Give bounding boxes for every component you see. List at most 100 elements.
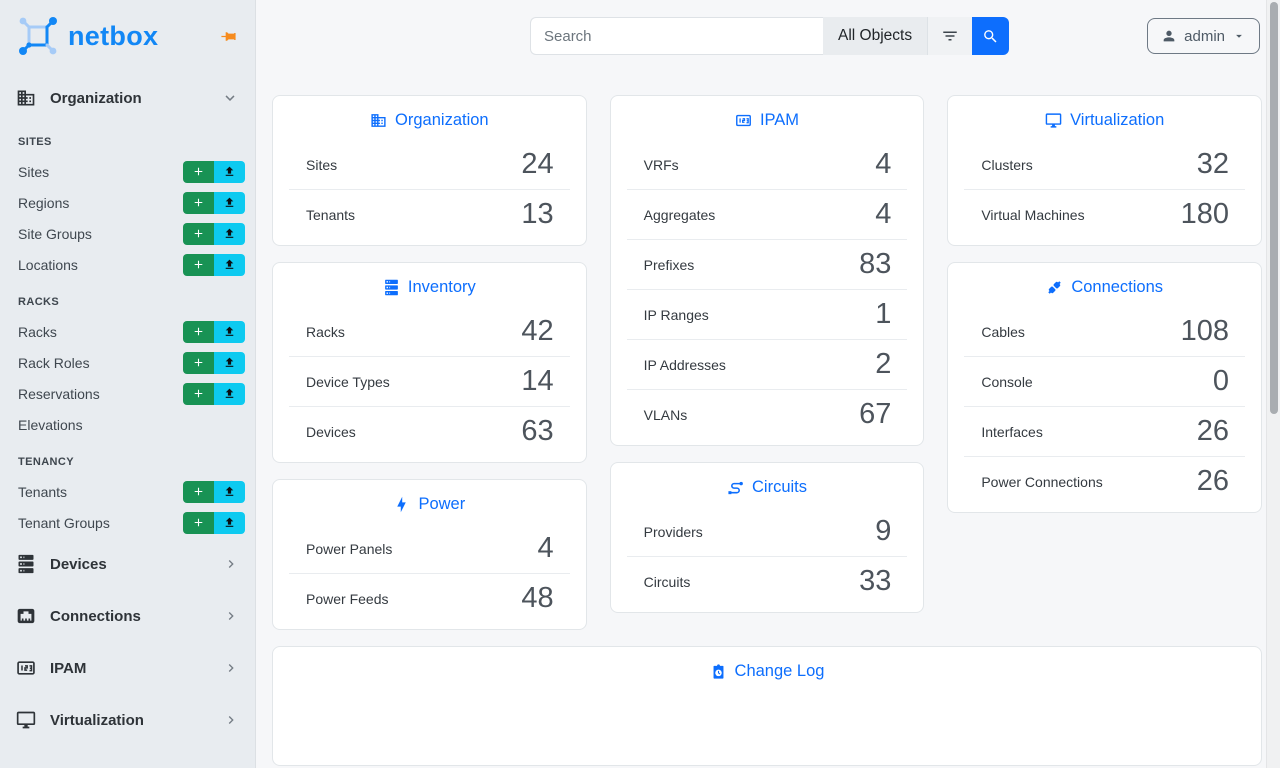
sidebar-item-sites: Sites <box>0 156 255 187</box>
sidebar-menu-connections[interactable]: Connections <box>0 590 255 642</box>
card-connections: Connections Cables 108 Console 0 Interfa… <box>947 262 1262 513</box>
add-button[interactable] <box>183 161 214 183</box>
main-content: All Objects admin Organization <box>256 0 1280 768</box>
card-title-circuits[interactable]: Circuits <box>611 463 924 507</box>
add-button[interactable] <box>183 321 214 343</box>
stat-row-sites[interactable]: Sites 24 <box>289 140 570 189</box>
upload-icon <box>223 485 236 498</box>
card-virtualization: Virtualization Clusters 32 Virtual Machi… <box>947 95 1262 246</box>
sidebar-menu-label: Organization <box>50 90 142 107</box>
upload-icon <box>223 227 236 240</box>
add-button[interactable] <box>183 223 214 245</box>
monitor-icon <box>16 710 36 730</box>
sidebar: netbox Organization SITES Sites Regions <box>0 0 256 768</box>
topbar: All Objects admin <box>272 0 1262 95</box>
import-button[interactable] <box>214 481 245 503</box>
search-icon <box>982 28 999 45</box>
stat-row-clusters[interactable]: Clusters 32 <box>964 140 1245 189</box>
stat-row-prefixes[interactable]: Prefixes 83 <box>627 239 908 289</box>
card-ipam: IPAM VRFs 4 Aggregates 4 Prefixes 83 IP … <box>610 95 925 446</box>
import-button[interactable] <box>214 321 245 343</box>
add-button[interactable] <box>183 481 214 503</box>
sidebar-menu-label: IPAM <box>50 660 86 677</box>
upload-icon <box>223 165 236 178</box>
sidebar-item-regions: Regions <box>0 187 255 218</box>
stat-row-interfaces[interactable]: Interfaces 26 <box>964 406 1245 456</box>
card-title-inventory[interactable]: Inventory <box>273 263 586 307</box>
card-title-connections[interactable]: Connections <box>948 263 1261 307</box>
netbox-logo-icon[interactable] <box>16 14 60 58</box>
page-scrollbar-track[interactable] <box>1266 0 1280 768</box>
card-inventory: Inventory Racks 42 Device Types 14 Devic… <box>272 262 587 463</box>
sidebar-menu-virtualization[interactable]: Virtualization <box>0 694 255 746</box>
stat-row-tenants[interactable]: Tenants 13 <box>289 189 570 239</box>
plus-icon <box>192 325 205 338</box>
search-scope-dropdown[interactable]: All Objects <box>823 17 927 55</box>
import-button[interactable] <box>214 192 245 214</box>
import-button[interactable] <box>214 383 245 405</box>
sidebar-menu-organization[interactable]: Organization <box>0 76 255 120</box>
add-button[interactable] <box>183 352 214 374</box>
plus-icon <box>192 356 205 369</box>
plus-icon <box>192 196 205 209</box>
card-title-power[interactable]: Power <box>273 480 586 524</box>
server-icon <box>16 554 36 574</box>
add-button[interactable] <box>183 254 214 276</box>
circuit-icon <box>727 479 744 496</box>
building-icon <box>370 112 387 129</box>
sidebar-menu-label: Connections <box>50 608 141 625</box>
stat-row-cables[interactable]: Cables 108 <box>964 307 1245 356</box>
card-title-organization[interactable]: Organization <box>273 96 586 140</box>
add-button[interactable] <box>183 512 214 534</box>
upload-icon <box>223 387 236 400</box>
stat-row-vrfs[interactable]: VRFs 4 <box>627 140 908 189</box>
global-search: All Objects <box>530 17 1009 55</box>
search-scope-label: All Objects <box>838 27 912 45</box>
sidebar-item-site-groups: Site Groups <box>0 218 255 249</box>
group-header-racks: RACKS <box>0 280 255 316</box>
import-button[interactable] <box>214 352 245 374</box>
sidebar-menu-label: Virtualization <box>50 712 144 729</box>
card-change-log: Change Log <box>272 646 1262 766</box>
search-input[interactable] <box>530 17 823 55</box>
card-title-ipam[interactable]: IPAM <box>611 96 924 140</box>
pin-sidebar-icon[interactable] <box>220 28 237 45</box>
search-submit-button[interactable] <box>972 17 1009 55</box>
counter-icon <box>735 112 752 129</box>
card-title-change-log[interactable]: Change Log <box>273 647 1261 691</box>
user-menu-button[interactable]: admin <box>1147 18 1260 54</box>
stat-row-virtual-machines[interactable]: Virtual Machines 180 <box>964 189 1245 239</box>
stat-row-devices[interactable]: Devices 63 <box>289 406 570 456</box>
sidebar-menu-ipam[interactable]: IPAM <box>0 642 255 694</box>
stat-row-power-feeds[interactable]: Power Feeds 48 <box>289 573 570 623</box>
plus-icon <box>192 516 205 529</box>
chevron-down-icon <box>221 89 239 107</box>
page-scrollbar-thumb[interactable] <box>1270 2 1278 414</box>
sidebar-menu-devices[interactable]: Devices <box>0 538 255 590</box>
stat-row-device-types[interactable]: Device Types 14 <box>289 356 570 406</box>
stat-row-ip-ranges[interactable]: IP Ranges 1 <box>627 289 908 339</box>
brand-name[interactable]: netbox <box>68 21 158 52</box>
stat-row-circuits[interactable]: Circuits 33 <box>627 556 908 606</box>
stat-row-aggregates[interactable]: Aggregates 4 <box>627 189 908 239</box>
upload-icon <box>223 196 236 209</box>
import-button[interactable] <box>214 254 245 276</box>
add-button[interactable] <box>183 383 214 405</box>
stat-row-racks[interactable]: Racks 42 <box>289 307 570 356</box>
user-name: admin <box>1184 28 1225 45</box>
building-icon <box>16 88 36 108</box>
card-title-virtualization[interactable]: Virtualization <box>948 96 1261 140</box>
stat-row-power-connections[interactable]: Power Connections 26 <box>964 456 1245 506</box>
stat-row-console[interactable]: Console 0 <box>964 356 1245 406</box>
chevron-right-icon <box>223 660 239 676</box>
import-button[interactable] <box>214 161 245 183</box>
stat-row-ip-addresses[interactable]: IP Addresses 2 <box>627 339 908 389</box>
add-button[interactable] <box>183 192 214 214</box>
import-button[interactable] <box>214 223 245 245</box>
stat-row-providers[interactable]: Providers 9 <box>627 507 908 556</box>
person-icon <box>1161 28 1177 44</box>
stat-row-vlans[interactable]: VLANs 67 <box>627 389 908 439</box>
filter-button[interactable] <box>927 17 972 55</box>
import-button[interactable] <box>214 512 245 534</box>
stat-row-power-panels[interactable]: Power Panels 4 <box>289 524 570 573</box>
